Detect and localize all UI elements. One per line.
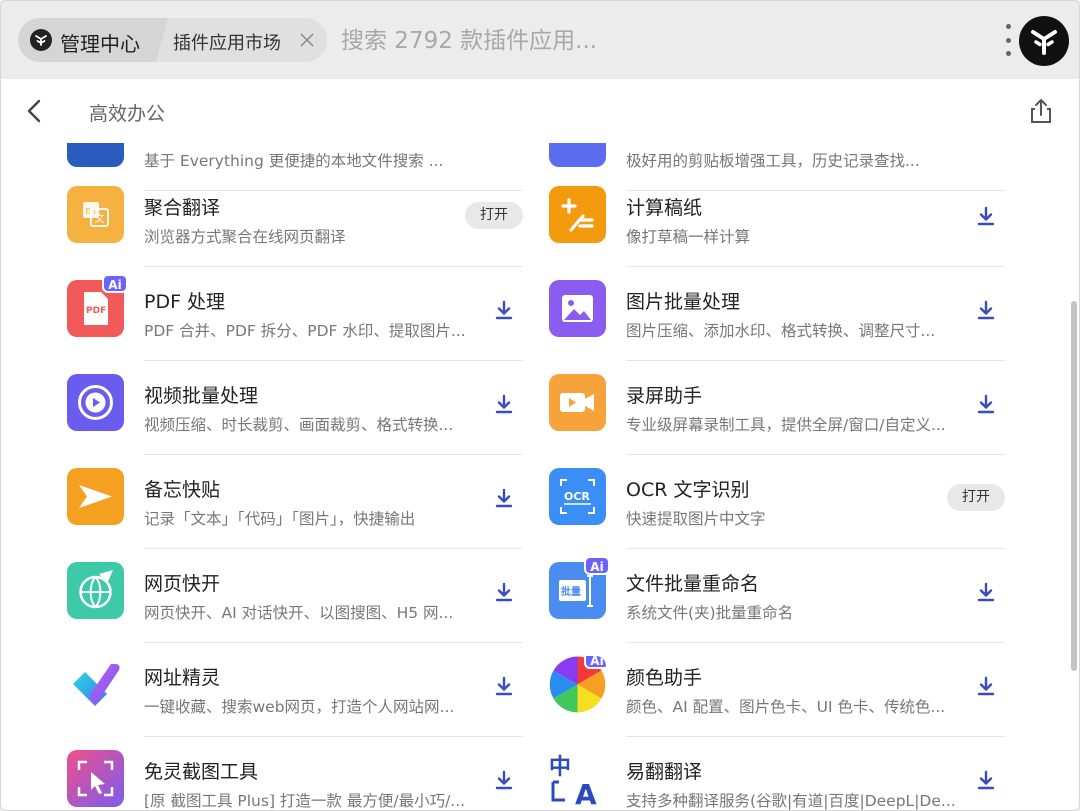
ai-badge: Ai [584,556,610,575]
download-icon[interactable] [973,391,999,417]
close-icon[interactable] [296,29,318,51]
app-description: 专业级屏幕录制工具，提供全屏/窗口/自定义... [626,416,946,434]
download-icon[interactable] [491,485,517,511]
download-icon[interactable] [491,297,517,323]
download-icon[interactable] [973,579,999,605]
app-description: 视频压缩、时长裁剪、画面裁剪、格式转换... [144,416,454,434]
calculator-icon [549,186,606,243]
open-button[interactable]: 打开 [465,202,523,229]
app-name: OCR 文字识别 [626,479,750,501]
svg-text:PDF: PDF [86,306,106,316]
tab-plugin-market[interactable]: 插件应用市场 [173,29,281,55]
app-window: 管理中心 插件应用市场 高效办公 基于 Everything [0,0,1080,811]
svg-text:OCR: OCR [564,490,590,503]
clipboard-icon [549,143,606,167]
app-name: 网页快开 [144,573,221,595]
app-description: 基于 Everything 更便捷的本地文件搜索 ... [144,152,444,170]
list-item[interactable]: 免灵截图工具 [原 截图工具 Plus] 打造一款 最方便/最小巧/... [67,737,523,810]
app-name: 备忘快贴 [144,479,221,501]
everything-icon [67,143,124,167]
svg-text:A: A [575,778,597,807]
list-item[interactable]: PDF Ai PDF 处理 PDF 合并、PDF 拆分、PDF 水印、提取图片... [67,267,523,361]
more-menu-icon[interactable] [1001,24,1015,56]
ai-badge: Ai [584,656,606,669]
video-icon [67,374,124,431]
scrollbar[interactable] [1071,301,1077,671]
app-name: 图片批量处理 [626,291,741,313]
app-name: 免灵截图工具 [144,761,259,783]
svg-text:中: 中 [549,755,571,780]
app-name: PDF 处理 [144,291,226,313]
list-item[interactable]: 批量 Ai 文件批量重命名系统文件(夹)批量重命名 [549,549,1005,643]
app-list[interactable]: 基于 Everything 更便捷的本地文件搜索 ... 极好用的剪贴板增强工具… [1,143,1079,810]
app-description: 像打草稿一样计算 [626,228,751,246]
sub-header: 高效办公 [1,79,1079,143]
svg-text:批量: 批量 [561,585,581,598]
globe-icon [67,562,124,619]
list-item[interactable]: 视频批量处理视频压缩、时长裁剪、画面裁剪、格式转换... [67,361,523,455]
link-icon [67,656,124,713]
camera-icon [549,374,606,431]
translate-icon: En 文 [67,186,124,243]
app-name: 易翻翻译 [626,761,703,783]
home-tab-label[interactable]: 管理中心 [60,28,140,57]
list-item[interactable]: 中 A 易翻翻译支持多种翻译服务(谷歌|有道|百度|DeepL|De... [549,737,1005,810]
list-item[interactable]: 备忘快贴记录「文本」「代码」「图片」，快捷输出 [67,455,523,549]
app-name: 网址精灵 [144,667,221,689]
app-name: 视频批量处理 [144,385,259,407]
list-item[interactable]: Ai 颜色助手颜色、AI 配置、图片色卡、UI 色卡、传统色... [549,643,1005,737]
list-item[interactable]: 网址精灵一键收藏、搜索web网页，打造个人网站网... [67,643,523,737]
brand-logo-icon[interactable] [1019,16,1069,66]
list-item[interactable]: 计算稿纸像打草稿一样计算 [549,173,1005,267]
open-button[interactable]: 打开 [947,484,1005,511]
app-description: 浏览器方式聚合在线网页翻译 [144,228,346,246]
app-description: 图片压缩、添加水印、格式转换、调整尺寸... [626,322,936,340]
image-icon [549,280,606,337]
page-title: 高效办公 [89,103,166,125]
breadcrumb: 管理中心 插件应用市场 [18,18,327,62]
app-description: 颜色、AI 配置、图片色卡、UI 色卡、传统色... [626,698,946,716]
download-icon[interactable] [973,673,999,699]
download-icon[interactable] [491,579,517,605]
download-icon[interactable] [491,391,517,417]
share-icon[interactable] [1027,97,1055,125]
ocr-icon: OCR [549,468,606,525]
star-icon [67,468,124,525]
download-icon[interactable] [491,673,517,699]
app-description: 记录「文本」「代码」「图片」，快捷输出 [144,510,416,528]
app-name: 录屏助手 [626,385,703,407]
download-icon[interactable] [973,767,999,793]
home-logo-icon[interactable] [30,29,52,51]
search-input[interactable] [341,21,961,61]
app-description: 极好用的剪贴板增强工具，历史记录查找... [626,152,920,170]
download-icon[interactable] [491,767,517,793]
list-item[interactable]: 网页快开网页快开、AI 对话快开、以图搜图、H5 网... [67,549,523,643]
app-description: 快速提取图片中文字 [626,510,766,528]
download-icon[interactable] [973,203,999,229]
rename-icon: 批量 Ai [549,556,610,619]
screenshot-icon [67,750,124,807]
translate-ca-icon: 中A [549,750,606,810]
app-name: 颜色助手 [626,667,703,689]
app-description: PDF 合并、PDF 拆分、PDF 水印、提取图片... [144,322,466,340]
list-item[interactable]: En 文聚合翻译浏览器方式聚合在线网页翻译 打开 [67,173,523,267]
app-description: 一键收藏、搜索web网页，打造个人网站网... [144,698,455,716]
back-arrow-icon[interactable] [21,97,49,125]
app-description: 系统文件(夹)批量重命名 [626,604,794,622]
app-description: 网页快开、AI 对话快开、以图搜图、H5 网... [144,604,454,622]
color-wheel-icon: Ai [549,656,606,713]
pdf-icon: PDF Ai [67,274,128,337]
top-bar: 管理中心 插件应用市场 [1,1,1079,79]
list-item[interactable]: 录屏助手专业级屏幕录制工具，提供全屏/窗口/自定义... [549,361,1005,455]
download-icon[interactable] [973,297,999,323]
app-name: 文件批量重命名 [626,573,760,595]
list-item[interactable]: 图片批量处理图片压缩、添加水印、格式转换、调整尺寸... [549,267,1005,361]
app-description: [原 截图工具 Plus] 打造一款 最方便/最小巧/... [144,792,466,810]
svg-text:文: 文 [95,212,105,225]
ai-badge: Ai [102,274,128,293]
app-name: 聚合翻译 [144,197,221,219]
app-description: 支持多种翻译服务(谷歌|有道|百度|DeepL|De... [626,792,956,810]
app-name: 计算稿纸 [626,197,703,219]
list-item[interactable]: OCR OCR 文字识别快速提取图片中文字 打开 [549,455,1005,549]
